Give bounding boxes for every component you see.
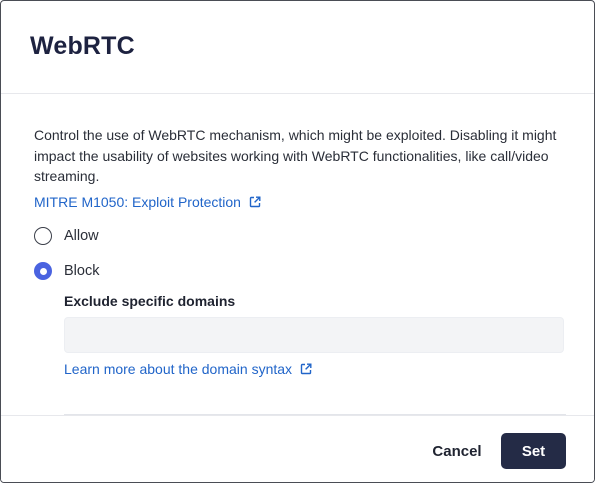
dialog-body: Control the use of WebRTC mechanism, whi…: [34, 125, 574, 415]
cancel-button[interactable]: Cancel: [425, 433, 489, 469]
dialog-header: WebRTC: [1, 1, 594, 94]
external-link-icon: [249, 196, 261, 208]
description-text: Control the use of WebRTC mechanism, whi…: [34, 127, 557, 184]
radio-block-label: Block: [64, 263, 100, 279]
radio-allow[interactable]: Allow: [34, 227, 99, 245]
domain-syntax-link-label: Learn more about the domain syntax: [64, 361, 293, 377]
dialog-title: WebRTC: [30, 32, 135, 60]
radio-allow-button[interactable]: [34, 227, 52, 245]
webrtc-dialog: WebRTC Control the use of WebRTC mechani…: [0, 0, 595, 483]
radio-block[interactable]: Block: [34, 262, 99, 280]
set-button[interactable]: Set: [501, 433, 566, 469]
mitre-link[interactable]: MITRE M1050: Exploit Protection: [34, 194, 261, 210]
radio-block-button[interactable]: [34, 262, 52, 280]
radio-allow-label: Allow: [64, 228, 99, 244]
dialog-footer: Cancel Set: [1, 415, 594, 482]
external-link-icon: [300, 363, 312, 375]
exclude-domains-input[interactable]: [64, 317, 564, 353]
mitre-link-label: MITRE M1050: Exploit Protection: [34, 194, 241, 210]
exclude-domains-label: Exclude specific domains: [64, 293, 236, 309]
domain-syntax-link[interactable]: Learn more about the domain syntax: [64, 361, 312, 377]
